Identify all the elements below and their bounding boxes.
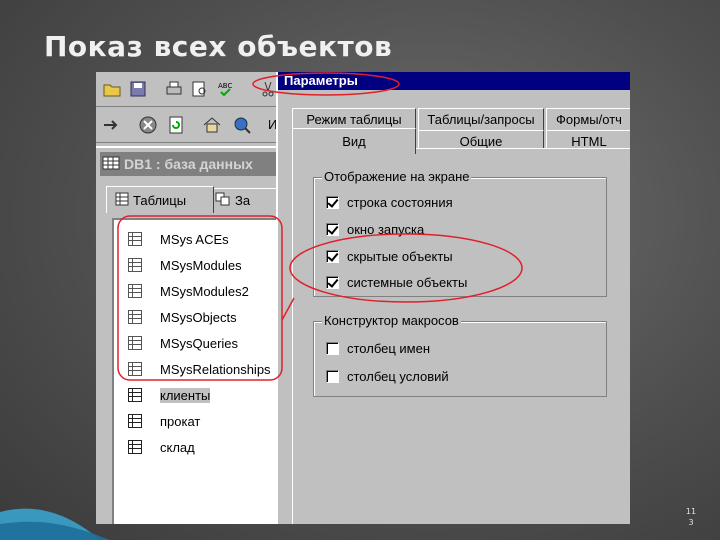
tab-tables-label: Таблицы [133,192,187,208]
list-item-label: MSysModules2 [160,283,249,299]
checkbox-system-objects[interactable]: системные объекты [326,272,467,292]
group-label: Отображение на экране [322,169,472,184]
search-web-icon[interactable] [230,114,254,136]
tab-label: Вид [342,134,366,149]
toolbar-standard: ABC [96,72,281,107]
tab-label: HTML [571,134,607,149]
checkbox-label: окно запуска [347,221,425,237]
list-item-label: MSysObjects [160,309,237,325]
tab-label: Таблицы/запросы [427,112,535,127]
checkbox-status-bar[interactable]: строка состояния [326,192,453,212]
table-icon [128,414,142,428]
table-icon [128,310,142,324]
tab-label: Формы/отч [556,112,622,127]
tab-view[interactable]: Вид [292,128,416,154]
table-icon [128,440,142,454]
checkbox-conditions-column[interactable]: столбец условий [326,366,449,386]
dialog-title: Параметры [284,73,358,88]
db-object-tabs: Таблицы За [106,186,284,213]
print-preview-icon[interactable] [188,78,212,100]
accent-wave-decoration [0,508,110,540]
tab-tables-queries[interactable]: Таблицы/запросы [418,108,544,130]
checkbox-label: скрытые объекты [347,248,453,264]
home-icon[interactable] [200,114,224,136]
checkbox[interactable] [326,195,339,209]
list-item[interactable]: склад [128,436,195,458]
checkbox-label: столбец условий [347,368,449,384]
checkbox-label: строка состояния [347,194,453,210]
table-icon [128,362,142,376]
list-item-label: клиенты [160,387,211,403]
checkbox[interactable] [326,249,339,263]
screenshot-panel: ABC И DB1 : база данных Таблицы За MSys … [96,72,630,524]
checkbox[interactable] [326,341,339,355]
table-icon [128,232,142,246]
refresh-icon[interactable] [164,114,188,136]
checkbox[interactable] [326,369,339,383]
tab-label: Общие [459,134,503,149]
checkbox[interactable] [326,275,339,289]
list-item-label: MSysRelationships [160,361,271,377]
slide-title: Показ всех объектов [44,30,393,63]
list-item-label: склад [160,439,195,455]
page-number-line1: 11 [685,507,697,516]
checkbox-names-column[interactable]: столбец имен [326,338,430,358]
tab-tables[interactable]: Таблицы [106,186,214,213]
database-icon [102,156,120,173]
print-icon[interactable] [162,78,186,100]
table-icon [128,284,142,298]
display-group: Отображение на экране строка состояния о… [313,169,607,297]
list-item-label: MSysQueries [160,335,239,351]
spelling-icon[interactable]: ABC [216,78,240,100]
open-icon[interactable] [100,78,124,100]
list-item[interactable]: MSysQueries [128,332,238,354]
db-window-title: DB1 : база данных [124,156,253,172]
checkbox-label: системные объекты [347,274,468,290]
options-dialog: Параметры Режим таблицы Таблицы/запросы … [276,72,630,524]
arrow-icon[interactable] [100,114,124,136]
table-icon [128,388,142,402]
stop-icon[interactable] [136,114,160,136]
list-item[interactable]: прокат [128,410,200,432]
save-icon[interactable] [126,78,150,100]
tab-label: Режим таблицы [306,112,402,127]
db-window-titlebar[interactable]: DB1 : база данных [100,152,281,176]
list-item[interactable]: MSysRelationships [128,358,271,380]
list-item-label: MSysModules [160,257,242,273]
checkbox-label: столбец имен [347,340,431,356]
checkbox[interactable] [326,222,339,236]
tab-queries-label: За [235,192,251,208]
list-item[interactable]: клиенты [128,384,211,406]
page-number-line2: 3 [688,518,694,527]
toolbar-web: И [96,108,281,143]
tab-queries[interactable]: За [206,188,284,211]
dialog-tab-page: Отображение на экране строка состояния о… [292,148,630,524]
list-item[interactable]: MSysModules2 [128,280,249,302]
svg-text:ABC: ABC [218,82,232,90]
checkbox-hidden-objects[interactable]: скрытые объекты [326,246,453,266]
query-tab-icon [215,192,231,209]
list-item-label: MSys ACEs [160,231,229,247]
list-item[interactable]: MSysObjects [128,306,237,328]
tab-forms-reports[interactable]: Формы/отч [546,108,630,130]
table-icon [128,336,142,350]
dialog-titlebar[interactable]: Параметры [278,72,630,90]
page-number: 11 3 [680,506,702,528]
list-item[interactable]: MSys ACEs [128,228,229,250]
list-item-label: прокат [160,413,201,429]
checkbox-startup[interactable]: окно запуска [326,219,424,239]
group-label: Конструктор макросов [322,313,461,328]
table-tab-icon [115,192,129,209]
macro-designer-group: Конструктор макросов столбец имен столбе… [313,313,607,397]
tab-datasheet[interactable]: Режим таблицы [292,108,416,130]
list-item[interactable]: MSysModules [128,254,242,276]
table-icon [128,258,142,272]
